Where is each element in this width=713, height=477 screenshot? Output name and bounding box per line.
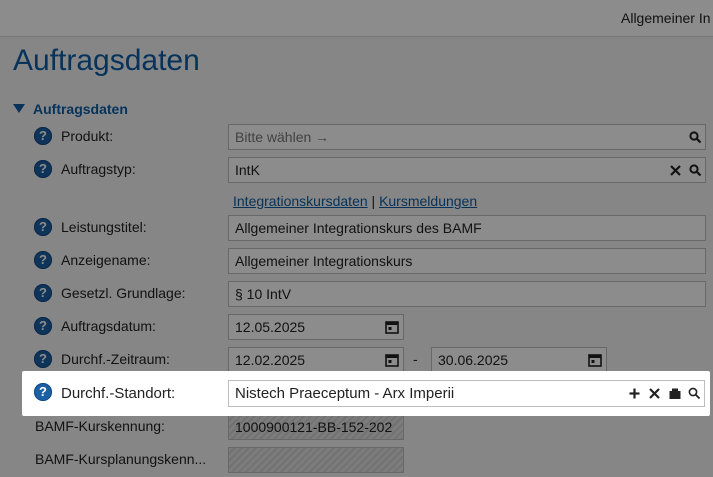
standort-value: Nistech Praeceptum - Arx Imperii (235, 385, 455, 402)
leistungstitel-value: Allgemeiner Integrationskurs des BAMF (235, 220, 482, 236)
kurskennung-field: 1000900121-BB-152-202 (228, 414, 404, 440)
auftragstyp-value: IntK (235, 162, 260, 178)
calendar-icon[interactable] (385, 353, 399, 367)
standort-field[interactable]: Nistech Praeceptum - Arx Imperii (228, 380, 705, 407)
help-icon[interactable]: ? (34, 160, 52, 178)
produkt-placeholder: Bitte wählen → (235, 129, 330, 145)
row-kurskennung: BAMF-Kurskennung: 1000900121-BB-152-202 (0, 414, 713, 440)
row-zeitraum: ? Durchf.-Zeitraum: 12.02.2025 - 30.06.2… (0, 347, 713, 373)
help-icon[interactable]: ? (34, 317, 52, 335)
plus-icon[interactable] (629, 388, 640, 399)
row-auftragsdatum: ? Auftragsdatum: 12.05.2025 (0, 314, 713, 340)
auftragstyp-field[interactable]: IntK (228, 157, 706, 183)
produkt-field[interactable]: Bitte wählen → (228, 124, 706, 150)
card-icon[interactable] (669, 388, 681, 399)
grundlage-value: § 10 IntV (235, 286, 292, 302)
auftragstyp-label: Auftragstyp: (61, 161, 136, 177)
row-anzeigename: ? Anzeigename: Allgemeiner Integrationsk… (0, 248, 713, 274)
grundlage-field[interactable]: § 10 IntV (228, 281, 706, 307)
auftragsdatum-field[interactable]: 12.05.2025 (228, 314, 404, 340)
link-separator: | (371, 193, 376, 209)
help-icon[interactable]: ? (34, 350, 52, 368)
zeitraum-to-value: 30.06.2025 (438, 352, 509, 368)
help-icon[interactable]: ? (34, 383, 52, 401)
help-icon[interactable]: ? (34, 251, 52, 269)
kurskennung-value: 1000900121-BB-152-202 (235, 419, 393, 435)
leistungstitel-field[interactable]: Allgemeiner Integrationskurs des BAMF (228, 215, 706, 241)
help-icon[interactable]: ? (34, 127, 52, 145)
help-icon[interactable]: ? (34, 284, 52, 302)
row-leistungstitel: ? Leistungstitel: Allgemeiner Integratio… (0, 215, 713, 241)
page-title: Auftragsdaten (13, 44, 200, 77)
row-kursplanung: BAMF-Kursplanungskenn... (0, 447, 713, 473)
row-grundlage: ? Gesetzl. Grundlage: § 10 IntV (0, 281, 713, 307)
search-icon[interactable] (689, 131, 702, 144)
row-auftragstyp: ? Auftragstyp: IntK (0, 157, 713, 183)
highlight-standort: ? Durchf.-Standort: Nistech Praeceptum -… (22, 371, 710, 416)
help-icon[interactable]: ? (34, 218, 52, 236)
zeitraum-dash: - (413, 351, 418, 367)
close-icon[interactable] (670, 165, 681, 176)
auftragsdatum-value: 12.05.2025 (235, 319, 306, 335)
collapse-triangle-icon[interactable] (13, 104, 25, 113)
zeitraum-from-field[interactable]: 12.02.2025 (228, 347, 404, 373)
search-icon[interactable] (688, 387, 701, 400)
window-title: Allgemeiner In (621, 10, 711, 26)
zeitraum-to-field[interactable]: 30.06.2025 (431, 347, 607, 373)
kurskennung-label: BAMF-Kurskennung: (35, 418, 165, 434)
link-integrationskursdaten[interactable]: Integrationskursdaten (233, 193, 368, 209)
row-produkt: ? Produkt: Bitte wählen → (0, 124, 713, 150)
kursplanung-field (228, 447, 404, 473)
zeitraum-from-value: 12.02.2025 (235, 352, 306, 368)
auftragsdatum-label: Auftragsdatum: (61, 318, 156, 334)
leistungstitel-label: Leistungstitel: (61, 219, 147, 235)
calendar-icon[interactable] (385, 320, 399, 334)
calendar-icon[interactable] (588, 353, 602, 367)
grundlage-label: Gesetzl. Grundlage: (61, 285, 186, 301)
kursplanung-label: BAMF-Kursplanungskenn... (35, 451, 207, 467)
anzeigename-label: Anzeigename: (61, 252, 151, 268)
window-header: Allgemeiner In (0, 0, 713, 37)
link-kursmeldungen[interactable]: Kursmeldungen (379, 193, 477, 209)
standort-label: Durchf.-Standort: (61, 385, 176, 402)
anzeigename-field[interactable]: Allgemeiner Integrationskurs (228, 248, 706, 274)
links-row: Integrationskursdaten | Kursmeldungen (233, 193, 477, 209)
close-icon[interactable] (649, 388, 660, 399)
search-icon[interactable] (689, 164, 702, 177)
section-title: Auftragsdaten (33, 101, 128, 117)
anzeigename-value: Allgemeiner Integrationskurs (235, 253, 413, 269)
section-header-auftragsdaten[interactable]: Auftragsdaten (13, 101, 128, 117)
zeitraum-label: Durchf.-Zeitraum: (61, 351, 170, 367)
produkt-label: Produkt: (61, 128, 114, 144)
